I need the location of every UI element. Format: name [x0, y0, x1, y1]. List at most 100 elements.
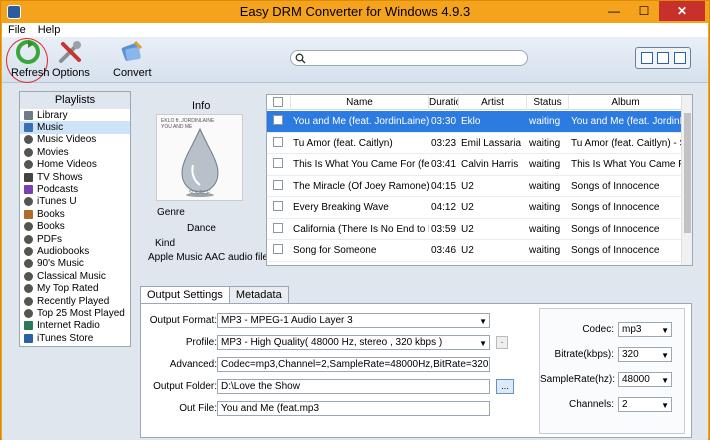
col-name[interactable]: Name	[291, 95, 429, 110]
menu-file[interactable]: File	[2, 23, 32, 37]
profile-value: MP3 - High Quality( 48000 Hz, stereo , 3…	[221, 337, 443, 348]
search-input[interactable]	[290, 50, 528, 66]
options-button[interactable]: Options	[52, 39, 90, 79]
samplerate-label: SampleRate(hz):	[540, 374, 616, 385]
cell-album: Songs of Innocence	[571, 223, 660, 235]
sidebar-item-audiobooks[interactable]: Audiobooks	[20, 245, 130, 257]
sidebar-item-classical-music[interactable]: Classical Music	[20, 270, 130, 282]
samplerate-value: 48000	[622, 374, 650, 385]
sidebar-item-my-top-rated[interactable]: My Top Rated	[20, 282, 130, 294]
convert-button[interactable]: Convert	[113, 39, 152, 79]
row-checkbox[interactable]	[273, 158, 283, 168]
channels-select[interactable]: 2 ▼	[618, 397, 672, 412]
sidebar-item-music[interactable]: Music	[20, 121, 130, 134]
advanced-field[interactable]: Codec=mp3,Channel=2,SampleRate=48000Hz,B…	[217, 357, 490, 372]
cell-name: You and Me (feat. JordinLaine)	[293, 116, 429, 127]
sidebar-item-books[interactable]: Books	[20, 221, 130, 233]
cell-duration: 03:30	[431, 116, 457, 127]
output-folder-field[interactable]: D:\Love the Show	[217, 379, 490, 394]
view-mode-1-icon[interactable]	[640, 52, 653, 64]
sidebar-item-music-videos[interactable]: Music Videos	[20, 134, 130, 146]
row-checkbox[interactable]	[273, 115, 283, 125]
bitrate-label: Bitrate(kbps):	[554, 349, 614, 360]
track-table-scrollbar[interactable]	[681, 95, 692, 265]
cell-album: Songs of Innocence	[569, 262, 683, 266]
sidebar-item-label: Classical Music	[37, 270, 106, 282]
sidebar-item-itunes-store[interactable]: iTunes Store	[20, 332, 130, 344]
sidebar-item-home-videos[interactable]: Home Videos	[20, 159, 130, 171]
browse-folder-button[interactable]: ...	[496, 379, 514, 394]
sidebar-item-itunes-u[interactable]: iTunes U	[20, 196, 130, 208]
sidebar-item-pdfs[interactable]: PDFs	[20, 233, 130, 245]
track-table-header: Name Duration Artist Status Album	[267, 95, 683, 110]
table-row[interactable]: California (There Is No End to Love)03:5…	[267, 219, 683, 240]
output-format-select[interactable]: MP3 - MPEG-1 Audio Layer 3 ▼	[217, 313, 490, 328]
cell-name: Tu Amor (feat. Caitlyn)	[293, 137, 393, 149]
col-artist[interactable]: Artist	[459, 95, 527, 110]
menu-bar: File Help	[2, 23, 708, 37]
codec-label: Codec:	[582, 324, 614, 335]
sidebar-item-top-25-most-played[interactable]: Top 25 Most Played	[20, 307, 130, 319]
row-checkbox[interactable]	[273, 222, 283, 233]
codec-select[interactable]: mp3 ▼	[618, 322, 672, 337]
row-checkbox[interactable]	[273, 244, 283, 254]
out-file-field[interactable]: You and Me (feat.mp3	[217, 401, 490, 416]
table-row[interactable]: Tu Amor (feat. Caitlyn) 03:23 Emil Lassari…	[267, 133, 683, 154]
chevron-down-icon: ▼	[661, 326, 669, 335]
sidebar-item-movies[interactable]: Movies	[20, 146, 130, 158]
menu-help[interactable]: Help	[32, 23, 67, 37]
minimize-button[interactable]: —	[599, 1, 629, 21]
row-checkbox[interactable]	[273, 179, 283, 190]
select-all-checkbox[interactable]	[273, 97, 283, 107]
title-bar: Easy DRM Converter for Windows 4.9.3 — ☐…	[1, 1, 709, 23]
sidebar-item-label: Movies	[37, 146, 69, 158]
remove-profile-button[interactable]: -	[496, 336, 508, 349]
col-status[interactable]: Status	[527, 95, 569, 110]
sidebar-item-tv-shows[interactable]: TV Shows	[20, 171, 130, 183]
cell-status: waiting	[529, 180, 561, 192]
cell-artist: Eklo	[461, 116, 481, 127]
refresh-button[interactable]: Refresh	[11, 39, 50, 79]
sidebar-item-90-s-music[interactable]: 90's Music	[20, 258, 130, 270]
cell-artist: Calvin Harris	[461, 159, 519, 170]
chevron-down-icon: ▼	[479, 339, 487, 348]
row-checkbox[interactable]	[273, 136, 283, 147]
store-icon	[24, 333, 33, 343]
maximize-button[interactable]: ☐	[629, 1, 659, 21]
bitrate-value: 320	[622, 349, 639, 360]
tab-output-settings[interactable]: Output Settings	[140, 286, 230, 304]
samplerate-select[interactable]: 48000 ▼	[618, 372, 672, 387]
cell-name: The Miracle (Of Joey Ramone)	[293, 180, 429, 192]
maximize-icon: ☐	[638, 4, 650, 18]
table-row[interactable]: Song for Someone 03:46 U2 waiting Songs of I…	[267, 240, 683, 262]
table-row[interactable]: Every Breaking Wave 04:12 U2 waiting Songs o…	[267, 197, 683, 219]
radio-icon	[24, 321, 33, 331]
sidebar-item-internet-radio[interactable]: Internet Radio	[20, 320, 130, 332]
table-row[interactable]: The Miracle (Of Joey Ramone) 04:15 U2 waiti…	[267, 176, 683, 197]
table-row[interactable]: You and Me (feat. JordinLaine) 03:30 Eklo w…	[267, 111, 683, 133]
table-row[interactable]: This Is What You Came For (feat. R03:41 C…	[267, 154, 683, 176]
row-checkbox[interactable]	[273, 266, 283, 267]
tab-metadata[interactable]: Metadata	[228, 286, 289, 303]
cell-name: Every Breaking Wave	[293, 202, 389, 213]
row-checkbox[interactable]	[273, 201, 283, 211]
sidebar-item-books[interactable]: Books	[20, 208, 130, 220]
col-duration[interactable]: Duration	[429, 95, 459, 110]
sidebar-item-podcasts[interactable]: Podcasts	[20, 183, 130, 195]
view-mode-3-icon[interactable]	[673, 52, 686, 64]
scrollbar-thumb[interactable]	[684, 113, 691, 233]
book-icon	[24, 209, 33, 219]
output-format-value: MP3 - MPEG-1 Audio Layer 3	[221, 315, 353, 326]
cell-artist: U2	[461, 202, 474, 213]
profile-select[interactable]: MP3 - High Quality( 48000 Hz, stereo , 3…	[217, 335, 490, 350]
sidebar-item-recently-played[interactable]: Recently Played	[20, 295, 130, 307]
col-album[interactable]: Album	[569, 95, 683, 110]
refresh-icon	[16, 40, 40, 64]
table-row[interactable]: Iris (Hold Me Close)05:19U2waitingSongs …	[267, 262, 683, 267]
sidebar-item-library[interactable]: Library	[20, 109, 130, 121]
bitrate-select[interactable]: 320 ▼	[618, 347, 672, 362]
close-button[interactable]: ✕	[659, 1, 705, 21]
sidebar-item-label: iTunes U	[37, 196, 77, 208]
view-mode-2-icon[interactable]	[657, 52, 669, 64]
sidebar-item-label: Top 25 Most Played	[37, 307, 125, 319]
